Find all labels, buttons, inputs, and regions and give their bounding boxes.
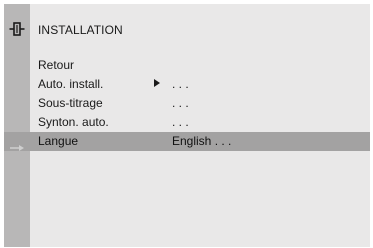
menu-item-synton-auto[interactable]: Synton. auto. . . . bbox=[4, 113, 370, 132]
menu-item-retour[interactable]: Retour bbox=[4, 56, 370, 75]
menu-item-auto-install[interactable]: Auto. install. . . . bbox=[4, 75, 370, 94]
menu-list: Retour Auto. install. . . . Sous-titrage… bbox=[4, 56, 370, 151]
menu-item-value: . . . bbox=[172, 77, 189, 91]
menu-item-value: English . . . bbox=[172, 134, 232, 148]
menu-item-value: . . . bbox=[172, 115, 189, 129]
menu-item-label: Retour bbox=[38, 58, 75, 72]
submenu-arrow-icon bbox=[154, 79, 160, 87]
menu-item-value: . . . bbox=[172, 96, 189, 110]
menu-header: INSTALLATION bbox=[4, 16, 370, 44]
menu-item-label: Sous-titrage bbox=[38, 96, 103, 110]
menu-item-label: Langue bbox=[38, 134, 79, 148]
installation-menu: INSTALLATION Retour Auto. install. . . .… bbox=[4, 4, 370, 247]
menu-item-label: Auto. install. bbox=[38, 77, 104, 91]
menu-item-sous-titrage[interactable]: Sous-titrage . . . bbox=[4, 94, 370, 113]
menu-item-label: Synton. auto. bbox=[38, 115, 109, 129]
antenna-plug-icon bbox=[9, 22, 25, 36]
menu-item-langue[interactable]: Langue English . . . bbox=[4, 132, 370, 151]
right-arrow-icon bbox=[10, 138, 24, 151]
menu-title: INSTALLATION bbox=[38, 23, 123, 37]
